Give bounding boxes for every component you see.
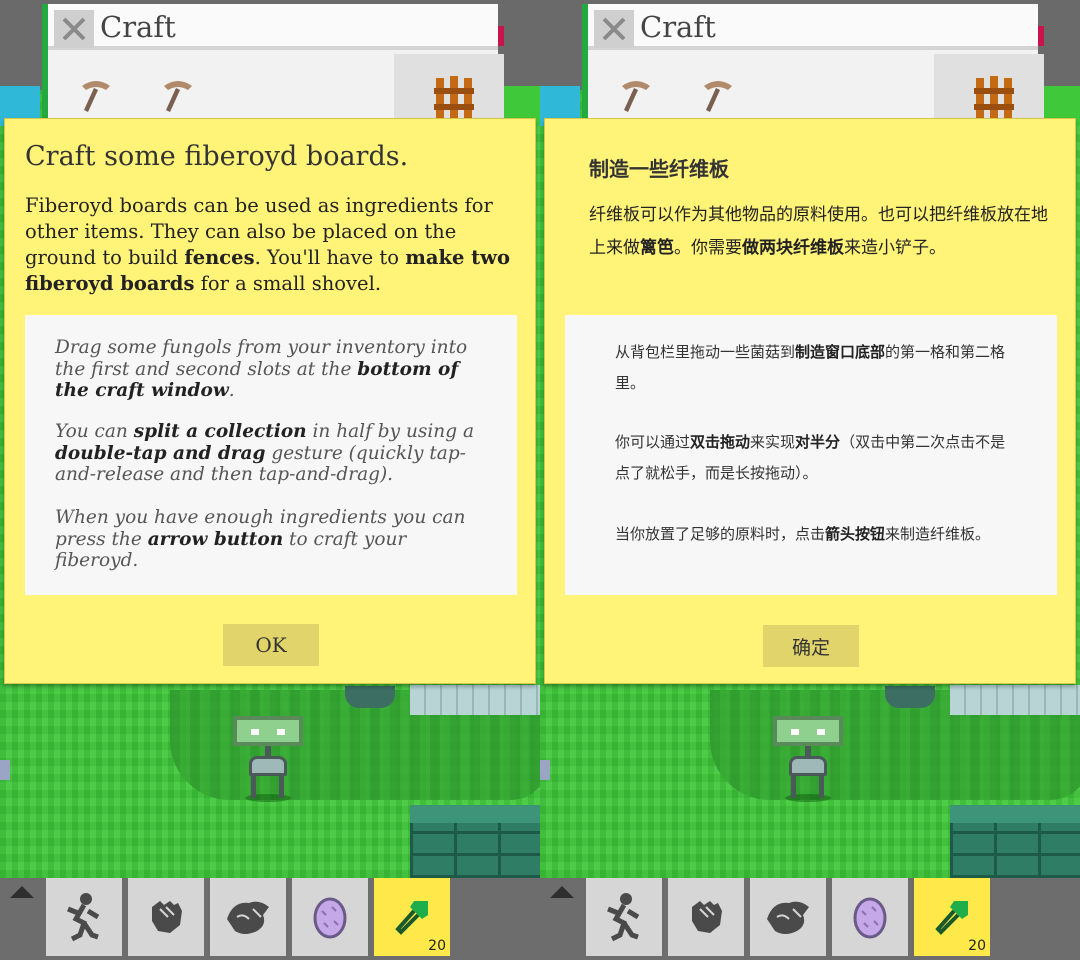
hotbar-slot-2[interactable] [668,878,744,956]
dialog-description: 纤维板可以作为其他物品的原料使用。也可以把纤维板放在地上来做篱笆。你需要做两块纤… [589,205,1048,258]
dialog-description: Fiberoyd boards can be used as ingredien… [25,194,510,295]
bird-icon [767,901,809,934]
dialog-tips-box: 从背包栏里拖动一些菌菇到制造窗口底部的第一格和第二格里。 你可以通过双击拖动来实… [565,315,1057,595]
arrow-up-icon[interactable] [10,886,34,898]
creature-icon [67,893,100,942]
stone-block [885,686,935,708]
pickaxe-icon[interactable] [698,76,738,116]
hotbar: 20 [0,878,540,960]
robot-character[interactable] [233,716,303,802]
stone-block [345,686,395,708]
bird-icon [227,901,269,934]
shovel-icon [935,901,968,935]
water-strip [410,685,540,715]
close-button[interactable] [54,10,94,48]
hotbar-slot-5-selected[interactable]: 20 [374,878,450,956]
tip-arrow: 当你放置了足够的原料时，点击箭头按钮来制造纤维板。 [615,525,991,543]
shovel-icon [395,901,428,935]
egg-icon [853,897,887,939]
hotbar-slot-2[interactable] [128,878,204,956]
tip-split: 你可以通过双击拖动来实现对半分（双击中第二次点击不是点了就松手，而是长按拖动）。 [615,433,1006,482]
craft-title: Craft [100,10,176,44]
item-count: 20 [968,938,986,954]
tip-drag: 从背包栏里拖动一些菌菇到制造窗口底部的第一格和第二格里。 [615,343,1006,392]
hotbar-slot-3[interactable] [750,878,826,956]
arrow-up-icon[interactable] [550,886,574,898]
close-button[interactable] [594,10,634,48]
hotbar-slot-5-selected[interactable]: 20 [914,878,990,956]
dialog-title: 制造一些纤维板 [589,157,729,181]
craft-title: Craft [640,10,716,44]
hotbar-slot-1[interactable] [586,878,662,956]
creature-icon [607,893,640,942]
item-count: 20 [428,938,446,954]
pickaxe-icon[interactable] [76,76,116,116]
hotbar-slot-4[interactable] [832,878,908,956]
tip-split: You can split a collection in half by us… [55,421,474,485]
dialog-tips-box: Drag some fungols from your inventory in… [25,315,517,595]
panel-english: Craft Craft some fiberoyd boards. Fibero… [0,0,540,960]
tutorial-dialog: 制造一些纤维板 纤维板可以作为其他物品的原料使用。也可以把纤维板放在地上来做篱笆… [544,118,1076,684]
glove-icon [152,901,182,933]
hotbar-slot-4[interactable] [292,878,368,956]
close-icon [62,17,86,41]
pickaxe-icon[interactable] [616,76,656,116]
pickaxe-icon[interactable] [158,76,198,116]
hotbar-slot-3[interactable] [210,878,286,956]
ok-button[interactable]: 确定 [763,625,859,667]
fence-icon [974,76,1014,118]
tutorial-dialog: Craft some fiberoyd boards. Fiberoyd boa… [4,118,536,684]
hotbar: 20 [540,878,1080,960]
fence-icon [434,76,474,118]
dialog-title: Craft some fiberoyd boards. [25,141,409,172]
egg-icon [313,897,347,939]
tip-drag: Drag some fungols from your inventory in… [55,337,468,401]
tip-arrow: When you have enough ingredients you can… [55,507,466,571]
robot-character[interactable] [773,716,843,802]
water-strip [950,685,1080,715]
close-icon [602,17,626,41]
glove-icon [692,901,722,933]
panel-chinese: Craft 制造一些纤维板 纤维板可以作为其他物品的原料使用。也可以把纤维板放在… [540,0,1080,960]
ok-button[interactable]: OK [223,624,319,666]
hotbar-slot-1[interactable] [46,878,122,956]
